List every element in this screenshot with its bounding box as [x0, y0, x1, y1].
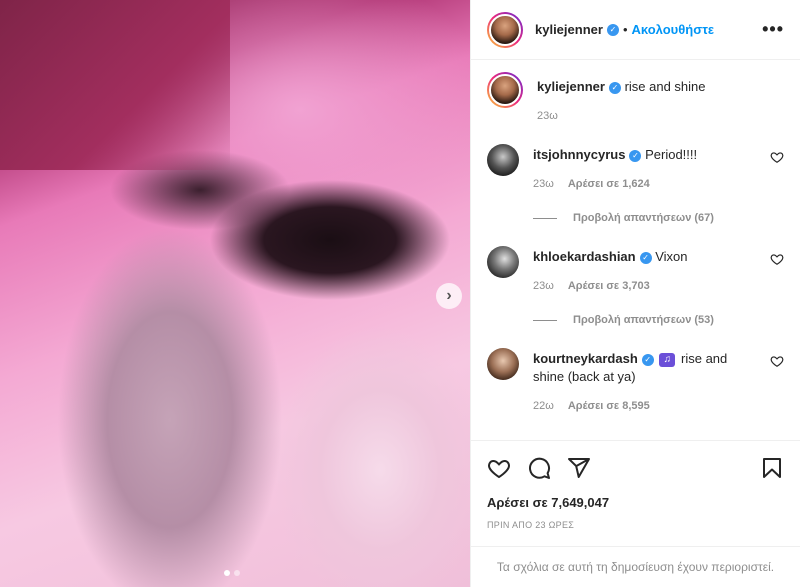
replies-line: [533, 319, 557, 321]
comment-item: kourtneykardash ✓ ♫ rise and shine (back …: [487, 348, 784, 412]
comment-time[interactable]: 23ω: [533, 280, 554, 292]
post-side-panel: kyliejenner ✓ • Ακολουθήστε ••• kyliejen…: [470, 0, 800, 587]
commenter-avatar[interactable]: [487, 348, 519, 380]
comment-likes[interactable]: Αρέσει σε 3,703: [568, 280, 650, 292]
view-replies-label[interactable]: Προβολή απαντήσεων (53): [573, 314, 714, 326]
comment-username[interactable]: kourtneykardash: [533, 351, 638, 366]
comment-text: Vixon: [655, 249, 688, 264]
verified-icon: ✓: [639, 251, 652, 264]
caption-avatar[interactable]: [487, 72, 523, 108]
post-image: ›: [0, 0, 470, 587]
post-header: kyliejenner ✓ • Ακολουθήστε •••: [471, 0, 800, 60]
share-send-icon[interactable]: [567, 456, 591, 480]
heart-icon[interactable]: [770, 354, 784, 368]
carousel-dot-active: [224, 570, 230, 576]
comment-item: khloekardashian ✓ Vixon 23ω Αρέσει σε 3,7…: [487, 246, 784, 326]
music-emoji-icon: ♫: [659, 352, 676, 367]
replies-line: [533, 217, 557, 219]
view-replies-label[interactable]: Προβολή απαντήσεων (67): [573, 212, 714, 224]
avatar[interactable]: [487, 11, 523, 48]
dot-separator: •: [622, 22, 628, 37]
post-actions: Αρέσει σε 7,649,047 ΠΡΙΝ ΑΠΟ 23 ΩΡΕΣ: [471, 440, 800, 530]
verified-icon: ✓: [629, 149, 642, 162]
comment-item: itsjohnnycyrus ✓ Period!!!! 23ω Αρέσει σε…: [487, 144, 784, 224]
comment-likes[interactable]: Αρέσει σε 8,595: [568, 400, 650, 412]
next-arrow-icon[interactable]: ›: [436, 283, 462, 309]
comment-likes[interactable]: Αρέσει σε 1,624: [568, 178, 650, 190]
like-heart-icon[interactable]: [487, 456, 511, 480]
commenter-avatar[interactable]: [487, 144, 519, 176]
heart-icon[interactable]: [770, 150, 784, 164]
comment-time[interactable]: 23ω: [533, 178, 554, 190]
comment-username[interactable]: khloekardashian: [533, 249, 636, 264]
heart-icon[interactable]: [770, 252, 784, 266]
carousel-dot: [234, 570, 240, 576]
header-username[interactable]: kyliejenner: [535, 22, 603, 37]
comment-text: Period!!!!: [645, 147, 698, 162]
commenter-avatar[interactable]: [487, 246, 519, 278]
comments-restricted-notice: Τα σχόλια σε αυτή τη δημοσίευση έχουν πε…: [471, 546, 800, 587]
caption: kyliejenner ✓ rise and shine 23ω: [487, 72, 784, 122]
comments-list: kyliejenner ✓ rise and shine 23ω itsjohnn…: [471, 60, 800, 440]
verified-icon: ✓: [641, 353, 654, 366]
view-replies-button[interactable]: Προβολή απαντήσεων (67): [533, 212, 756, 224]
follow-button[interactable]: Ακολουθήστε: [632, 22, 715, 37]
verified-icon: ✓: [608, 81, 621, 94]
carousel-dots: [224, 570, 240, 576]
post-timestamp[interactable]: ΠΡΙΝ ΑΠΟ 23 ΩΡΕΣ: [487, 520, 784, 530]
caption-text: rise and shine: [624, 79, 706, 94]
bookmark-icon[interactable]: [760, 456, 784, 480]
verified-icon: ✓: [606, 23, 619, 36]
caption-time[interactable]: 23ω: [537, 110, 558, 122]
comment-bubble-icon[interactable]: [527, 456, 551, 480]
view-replies-button[interactable]: Προβολή απαντήσεων (53): [533, 314, 756, 326]
carpet-area: [0, 0, 230, 170]
more-icon[interactable]: •••: [762, 19, 784, 40]
caption-username[interactable]: kyliejenner: [537, 79, 605, 94]
likes-count[interactable]: Αρέσει σε 7,649,047: [487, 495, 784, 510]
comment-time[interactable]: 22ω: [533, 400, 554, 412]
comment-username[interactable]: itsjohnnycyrus: [533, 147, 625, 162]
